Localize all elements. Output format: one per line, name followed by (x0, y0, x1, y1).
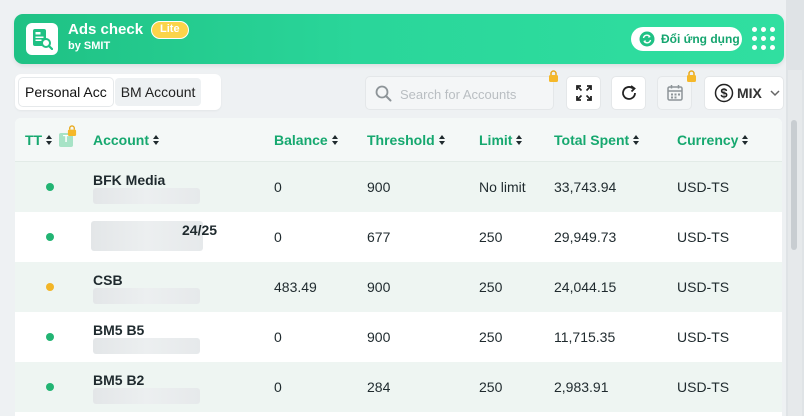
column-header-tt[interactable]: TT T (25, 125, 77, 148)
sort-icon (516, 135, 523, 145)
account-name: 24/25 (182, 222, 218, 238)
grid-dots-icon[interactable] (751, 26, 777, 52)
currency-cell: USD-TS (677, 379, 730, 395)
column-header-currency-label: Currency (677, 132, 739, 148)
refresh-icon (621, 85, 636, 100)
threshold-cell: 900 (367, 329, 391, 345)
currency-cell: USD-TS (677, 279, 730, 295)
currency-select-value: MIX (737, 85, 762, 101)
limit-cell: 250 (479, 329, 503, 345)
account-name: BM5 B2 (93, 372, 145, 388)
table-header: TT T Account Balance Threshold Limit Tot… (15, 118, 782, 162)
app-subtitle: by SMIT (68, 40, 111, 52)
chevron-down-icon (770, 90, 780, 97)
balance-cell: 0 (274, 229, 282, 245)
limit-cell: No limit (479, 179, 526, 195)
column-header-total-spent[interactable]: Total Spent (554, 132, 640, 148)
search-icon (375, 85, 392, 102)
currency-select[interactable]: $ MIX (704, 76, 784, 110)
total-spent-cell: 33,743.94 (554, 179, 617, 195)
table-row[interactable]: BM5 B2 0 284 250 2,983.91 USD-TS (15, 362, 782, 412)
table-row (15, 412, 782, 416)
column-header-account[interactable]: Account (93, 132, 160, 148)
svg-text:$: $ (720, 86, 728, 101)
total-spent-cell: 29,949.73 (554, 229, 617, 245)
sort-icon (331, 135, 339, 145)
table-row[interactable]: CSB 483.49 900 250 24,044.15 USD-TS (15, 262, 782, 312)
search-input[interactable] (400, 84, 548, 104)
redacted-account-id (93, 188, 200, 204)
app-header: Ads check Lite by SMIT Đổi ứng dụng (14, 14, 784, 64)
threshold-cell: 284 (367, 379, 391, 395)
total-spent-cell: 24,044.15 (554, 279, 617, 295)
table-row[interactable]: BFK Media 0 900 No limit 33,743.94 USD-T… (15, 162, 782, 212)
column-header-limit[interactable]: Limit (479, 132, 523, 148)
calendar-icon (666, 85, 683, 101)
currency-cell: USD-TS (677, 329, 730, 345)
account-name: BM5 B5 (93, 322, 145, 338)
column-header-threshold[interactable]: Threshold (367, 132, 446, 148)
column-header-total-spent-label: Total Spent (554, 132, 630, 148)
redacted-account-id (93, 338, 200, 354)
column-header-limit-label: Limit (479, 132, 513, 148)
status-dot (46, 183, 54, 191)
dollar-circle-icon: $ (714, 83, 734, 103)
refresh-button[interactable] (611, 76, 646, 110)
currency-cell: USD-TS (677, 229, 730, 245)
lock-icon (68, 125, 77, 136)
column-header-balance-label: Balance (274, 132, 328, 148)
column-header-currency[interactable]: Currency (677, 132, 749, 148)
accounts-table: TT T Account Balance Threshold Limit Tot… (15, 118, 782, 416)
threshold-cell: 900 (367, 279, 391, 295)
total-spent-cell: 2,983.91 (554, 379, 609, 395)
switch-icon (639, 31, 655, 47)
app-title: Ads check (68, 21, 144, 38)
status-dot (46, 383, 54, 391)
expand-icon (575, 85, 592, 101)
scrollbar-thumb[interactable] (791, 120, 797, 250)
lock-icon (687, 70, 696, 82)
table-row[interactable]: BM5 B5 0 900 250 11,715.35 USD-TS (15, 312, 782, 362)
fullscreen-button[interactable] (566, 76, 601, 110)
account-name: CSB (93, 272, 123, 288)
sort-icon (633, 135, 640, 145)
status-dot (46, 233, 54, 241)
balance-cell: 0 (274, 379, 282, 395)
sort-icon (46, 135, 53, 145)
search-box[interactable] (365, 76, 554, 110)
limit-cell: 250 (479, 229, 503, 245)
lite-badge: Lite (151, 21, 189, 39)
status-dot (46, 333, 54, 341)
balance-cell: 0 (274, 179, 282, 195)
threshold-cell: 677 (367, 229, 391, 245)
limit-cell: 250 (479, 379, 503, 395)
switch-app-button[interactable]: Đổi ứng dụng (631, 27, 742, 51)
column-header-threshold-label: Threshold (367, 132, 435, 148)
balance-cell: 0 (274, 329, 282, 345)
tt-filter-badge[interactable]: T (59, 125, 77, 147)
column-header-account-label: Account (93, 132, 149, 148)
limit-cell: 250 (479, 279, 503, 295)
total-spent-cell: 11,715.35 (554, 329, 616, 345)
redacted-account-id (93, 388, 200, 404)
table-row[interactable]: 24/25 0 677 250 29,949.73 USD-TS (15, 212, 782, 262)
column-header-balance[interactable]: Balance (274, 132, 339, 148)
sort-icon (438, 135, 446, 145)
tab-personal-acc[interactable]: Personal Acc (19, 78, 113, 106)
ads-document-search-icon (26, 23, 58, 55)
tab-bm-account[interactable]: BM Account (114, 78, 202, 106)
balance-cell: 483.49 (274, 279, 317, 295)
redacted-account-id (93, 288, 200, 304)
threshold-cell: 900 (367, 179, 391, 195)
column-header-tt-label: TT (25, 132, 43, 148)
window-edge (786, 0, 804, 416)
status-dot (46, 283, 54, 291)
sort-icon (153, 135, 160, 145)
currency-cell: USD-TS (677, 179, 730, 195)
switch-app-label: Đổi ứng dụng (661, 32, 740, 46)
account-name: BFK Media (93, 172, 166, 188)
lock-icon (549, 70, 558, 82)
account-type-tabs: Personal Acc BM Account (15, 74, 221, 110)
sort-icon (742, 135, 749, 145)
